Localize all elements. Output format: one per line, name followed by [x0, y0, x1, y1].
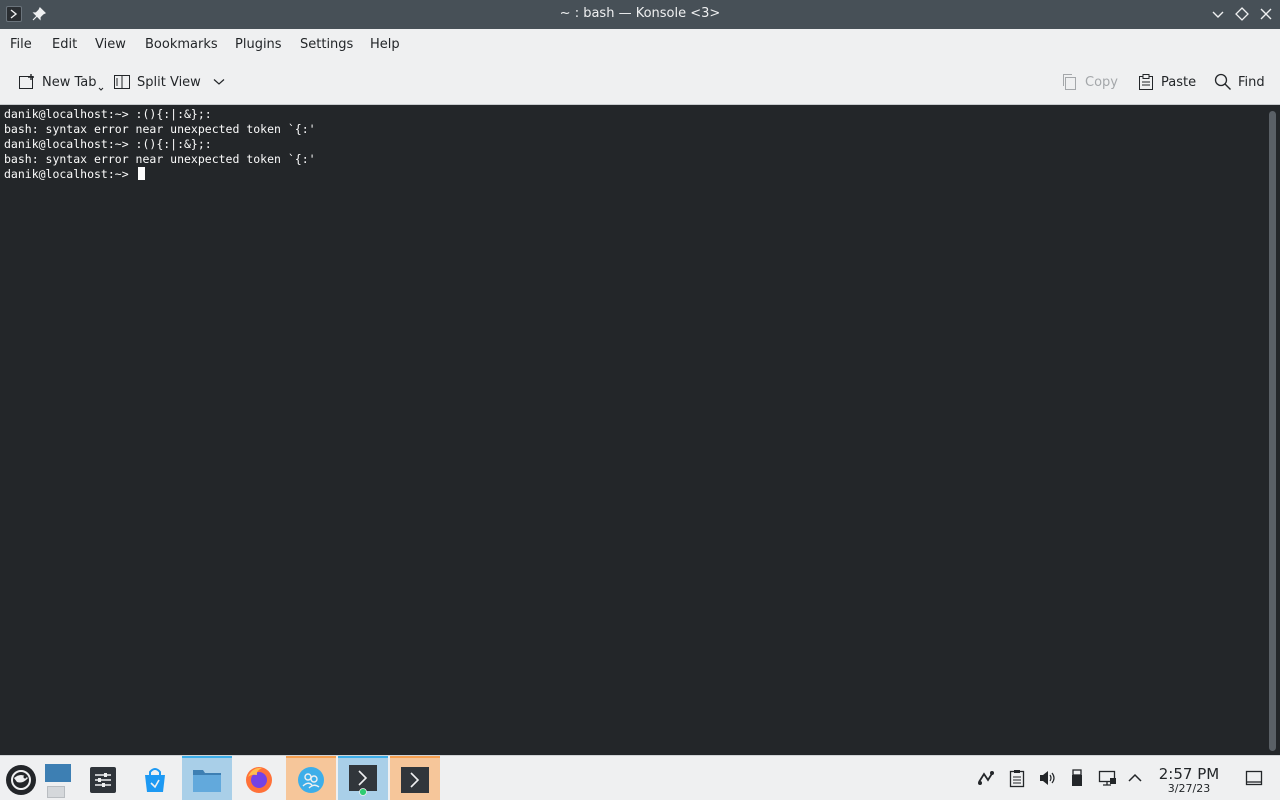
task-discover[interactable]: [130, 756, 180, 800]
toolbar: New Tab Split View Copy Paste Find: [0, 60, 1280, 105]
application-launcher[interactable]: [0, 756, 42, 800]
menu-help[interactable]: Help: [370, 37, 400, 52]
peek-desktop-icon[interactable]: [1244, 768, 1264, 788]
contacts-icon: [298, 766, 324, 793]
new-tab-label: New Tab: [42, 74, 97, 90]
task-show-desktop[interactable]: [40, 756, 76, 800]
clock-time[interactable]: 2:57 PM: [1150, 765, 1228, 783]
minimize-button[interactable]: [1210, 6, 1226, 22]
terminal-line: bash: syntax error near unexpected token…: [4, 122, 316, 136]
maximize-button[interactable]: [1234, 6, 1250, 22]
task-contacts[interactable]: [286, 756, 336, 800]
terminal-scrollbar[interactable]: [1269, 111, 1276, 751]
kde-connect-icon[interactable]: [976, 768, 996, 788]
terminal-cursor: [137, 167, 145, 180]
find-button[interactable]: Find: [1214, 72, 1265, 92]
split-view-button[interactable]: Split View: [113, 72, 231, 92]
menu-settings[interactable]: Settings: [300, 37, 353, 52]
firefox-icon: [246, 766, 272, 793]
usb-device-icon[interactable]: [1067, 768, 1087, 788]
terminal-output: danik@localhost:~> :(){:|:&};: bash: synt…: [4, 107, 316, 182]
terminal-prompt: danik@localhost:~>: [4, 167, 136, 181]
menu-edit[interactable]: Edit: [52, 37, 77, 52]
split-view-label: Split View: [137, 74, 201, 90]
task-konsole-active[interactable]: [338, 756, 388, 800]
network-icon[interactable]: [1097, 768, 1117, 788]
task-file-manager[interactable]: [182, 756, 232, 800]
copy-label: Copy: [1085, 74, 1118, 90]
taskbar: 2:57 PM 3/27/23: [0, 755, 1280, 800]
konsole-icon: [349, 764, 377, 796]
clipboard-icon[interactable]: [1007, 768, 1027, 788]
title-bar[interactable]: ~ : bash — Konsole <3>: [0, 0, 1280, 29]
system-settings-icon: [90, 766, 116, 793]
new-tab-button[interactable]: New Tab: [18, 72, 110, 92]
close-button[interactable]: [1258, 6, 1274, 22]
terminal-line: danik@localhost:~> :(){:|:&};:: [4, 137, 212, 151]
task-system-settings[interactable]: [78, 756, 128, 800]
terminal-line: bash: syntax error near unexpected token…: [4, 152, 316, 166]
show-desktop-icon: [45, 763, 71, 798]
discover-store-icon: [145, 767, 165, 792]
menu-bar: File Edit View Bookmarks Plugins Setting…: [0, 29, 1280, 60]
paste-icon: [1139, 74, 1153, 90]
menu-bookmarks[interactable]: Bookmarks: [145, 37, 218, 52]
split-view-icon: [114, 75, 130, 89]
paste-label: Paste: [1161, 74, 1197, 90]
search-icon: [1214, 73, 1231, 90]
menu-file[interactable]: File: [10, 37, 32, 52]
volume-icon[interactable]: [1037, 768, 1057, 788]
expand-tray-icon[interactable]: [1125, 768, 1145, 788]
menu-plugins[interactable]: Plugins: [235, 37, 282, 52]
terminal-view[interactable]: danik@localhost:~> :(){:|:&};: bash: synt…: [0, 105, 1280, 755]
terminal-line: danik@localhost:~> :(){:|:&};:: [4, 107, 212, 121]
find-label: Find: [1238, 74, 1265, 90]
copy-button[interactable]: Copy: [1061, 72, 1118, 92]
chevron-down-icon: [213, 79, 225, 85]
task-firefox[interactable]: [234, 756, 284, 800]
clock-date[interactable]: 3/27/23: [1150, 782, 1228, 795]
file-manager-icon: [193, 769, 221, 792]
paste-button[interactable]: Paste: [1137, 72, 1196, 92]
copy-icon: [1063, 74, 1076, 90]
new-tab-icon: [19, 74, 34, 89]
menu-view[interactable]: View: [95, 37, 126, 52]
konsole-icon: [401, 766, 429, 793]
chevron-down-icon: [98, 87, 103, 91]
task-konsole[interactable]: [390, 756, 440, 800]
window-title: ~ : bash — Konsole <3>: [559, 6, 721, 21]
opensuse-logo-icon: [6, 764, 36, 795]
terminal-prompt-line: danik@localhost:~>: [4, 167, 316, 182]
